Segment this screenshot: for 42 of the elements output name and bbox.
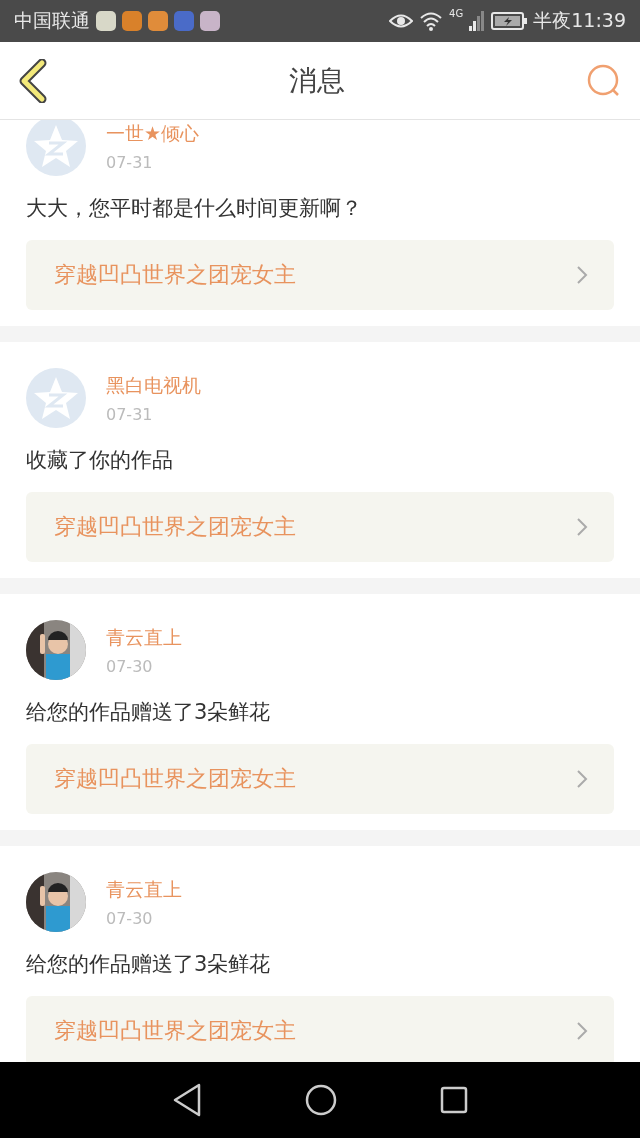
carrier-name: 中国联通	[14, 8, 90, 33]
eye-icon	[389, 13, 414, 29]
back-button[interactable]	[18, 58, 48, 103]
app-notification-icon	[96, 11, 116, 31]
message-text: 大大，您平时都是什么时间更新啊？	[26, 195, 363, 222]
home-nav-button[interactable]	[305, 1084, 337, 1116]
message-date: 07-30	[106, 908, 154, 928]
book-link[interactable]: 穿越凹凸世界之团宠女主	[26, 996, 614, 1062]
chevron-right-icon	[576, 769, 588, 789]
book-title: 穿越凹凸世界之团宠女主	[54, 513, 296, 541]
book-link[interactable]: 穿越凹凸世界之团宠女主	[26, 492, 614, 562]
message-text: 给您的作品赠送了3朵鲜花	[26, 951, 272, 978]
page-title: 消息	[289, 62, 345, 99]
user-name[interactable]: 黑白电视机	[106, 372, 201, 399]
book-link[interactable]: 穿越凹凸世界之团宠女主	[26, 240, 614, 310]
user-name[interactable]: 青云直上	[106, 624, 182, 651]
chevron-right-icon	[576, 517, 588, 537]
book-title: 穿越凹凸世界之团宠女主	[54, 261, 296, 289]
app-notification-icon	[148, 11, 168, 31]
message-text: 收藏了你的作品	[26, 447, 174, 474]
book-title: 穿越凹凸世界之团宠女主	[54, 1017, 296, 1045]
app-notification-icon	[200, 11, 220, 31]
recents-nav-button[interactable]	[440, 1086, 469, 1114]
message-date: 07-31	[106, 152, 154, 172]
chevron-right-icon	[576, 265, 588, 285]
app-notification-icon	[122, 11, 142, 31]
back-nav-button[interactable]	[171, 1083, 202, 1117]
book-link[interactable]: 穿越凹凸世界之团宠女主	[26, 744, 614, 814]
app-notification-icon	[174, 11, 194, 31]
user-name[interactable]: 一世★倾心	[106, 120, 200, 147]
book-title: 穿越凹凸世界之团宠女主	[54, 765, 296, 793]
user-name[interactable]: 青云直上	[106, 876, 182, 903]
battery-icon	[491, 12, 528, 30]
signal-icon	[469, 11, 486, 31]
message-date: 07-31	[106, 404, 154, 424]
default-avatar-icon	[26, 368, 86, 428]
clock: 半夜11:39	[533, 8, 626, 33]
network-type: 4G	[449, 8, 464, 19]
chevron-right-icon	[576, 1021, 588, 1041]
message-text: 给您的作品赠送了3朵鲜花	[26, 699, 272, 726]
message-date: 07-30	[106, 656, 154, 676]
wifi-icon	[419, 11, 444, 31]
